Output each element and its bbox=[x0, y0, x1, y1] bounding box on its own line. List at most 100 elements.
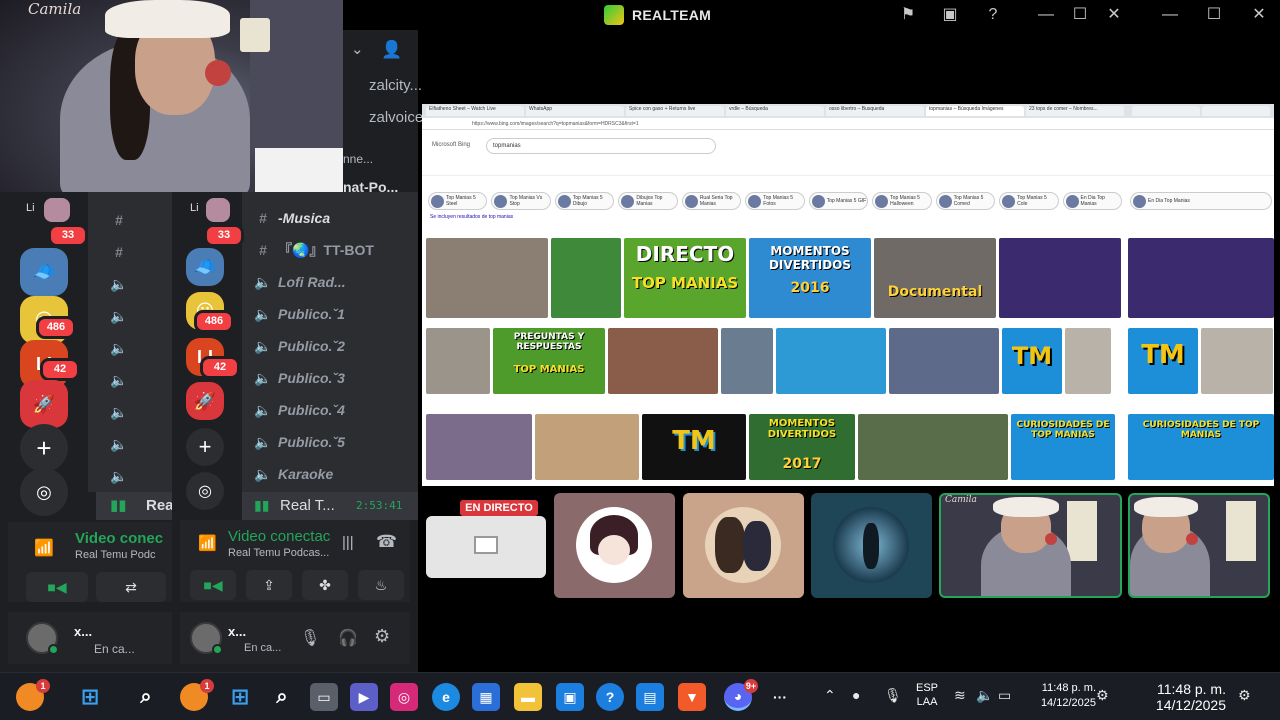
suggestion-text[interactable]: Se incluyen resultados de top manias bbox=[430, 214, 513, 220]
participant-tile-speaking[interactable] bbox=[1128, 493, 1270, 598]
channel-publico-5[interactable]: 🔈 Publico.ˇ5 bbox=[254, 428, 345, 456]
image-result[interactable] bbox=[1128, 238, 1274, 318]
participant-tile-stream[interactable] bbox=[426, 516, 546, 578]
user-panel[interactable]: x... En ca... bbox=[8, 612, 172, 664]
add-server-icon[interactable]: + bbox=[186, 428, 224, 466]
book-icon[interactable]: ▤ bbox=[636, 683, 664, 711]
server-icon[interactable]: 🧢 bbox=[20, 248, 68, 296]
weather-icon[interactable]: 1 bbox=[16, 679, 50, 711]
gear-icon[interactable]: ⚙ bbox=[374, 626, 390, 647]
disconnect-icon[interactable]: ☎ bbox=[376, 532, 397, 552]
channel-tt-bot[interactable]: # 『🌏』TT-BOT bbox=[254, 236, 374, 264]
camera-button[interactable]: ■◀ bbox=[190, 570, 236, 600]
search-icon[interactable]: ⌕ bbox=[132, 683, 160, 711]
explore-icon[interactable]: ◎ bbox=[20, 468, 68, 516]
recording-icon[interactable]: ● bbox=[852, 687, 860, 703]
image-result[interactable] bbox=[1065, 328, 1111, 394]
notification-icon[interactable]: ⚙ bbox=[1238, 687, 1251, 704]
participant-tile[interactable] bbox=[683, 493, 804, 598]
hash-icon[interactable]: # bbox=[110, 206, 128, 234]
language-indicator[interactable]: ESP LAA bbox=[916, 681, 938, 709]
outer-close-icon[interactable]: ✕ bbox=[1248, 4, 1270, 26]
windows-start-icon[interactable]: ⊞ bbox=[226, 683, 254, 711]
explore-icon[interactable]: ◎ bbox=[186, 472, 224, 510]
windows-start-icon[interactable]: ⊞ bbox=[76, 683, 104, 711]
speaker-icon[interactable]: 🔈 bbox=[110, 462, 128, 490]
screen-share-button[interactable]: ⇪ bbox=[246, 570, 292, 600]
volume-icon[interactable]: 🔈 bbox=[976, 687, 993, 704]
flag-icon[interactable]: ⚑ bbox=[897, 4, 919, 26]
image-result[interactable] bbox=[721, 328, 773, 394]
minimize-icon[interactable]: — bbox=[1035, 4, 1057, 26]
speaker-icon[interactable]: 🔈 bbox=[110, 366, 128, 394]
notification-icon[interactable]: ⚙ bbox=[1096, 687, 1109, 704]
weather-icon[interactable]: 1 bbox=[180, 679, 214, 711]
image-result[interactable]: MOMENTOS DIVERTIDOS 2017 bbox=[749, 414, 855, 480]
chevron-up-icon[interactable]: ⌃ bbox=[824, 687, 836, 704]
image-result[interactable] bbox=[426, 238, 548, 318]
display-icon[interactable]: ▣ bbox=[939, 4, 961, 26]
speaker-icon[interactable]: 🔈 bbox=[110, 398, 128, 426]
channel-publico-3[interactable]: 🔈 Publico.ˇ3 bbox=[254, 364, 345, 392]
channel-lofi-radio[interactable]: 🔈 Lofi Rad... bbox=[254, 268, 345, 296]
avatar[interactable] bbox=[26, 622, 59, 655]
screen-share-button[interactable]: ⇄ bbox=[96, 572, 166, 602]
avatar[interactable] bbox=[190, 622, 223, 655]
screen-share-stream[interactable]: Elfiatheno Sheet – Watch Live WhatsApp S… bbox=[422, 104, 1128, 486]
my-pc-icon[interactable]: ▣ bbox=[556, 683, 584, 711]
server-folder-icon[interactable] bbox=[44, 198, 70, 222]
search-icon[interactable]: ⌕ bbox=[268, 683, 296, 711]
help-icon[interactable]: ? bbox=[596, 683, 624, 711]
active-voice-channel[interactable]: ▮▮ Real T... 2:53:41 bbox=[242, 492, 418, 520]
discord-icon[interactable]: ◕ 9+ bbox=[724, 679, 758, 711]
image-result[interactable]: PREGUNTAS Y RESPUESTAS TOP MANIAS bbox=[493, 328, 605, 394]
maximize-icon[interactable]: ☐ bbox=[1069, 4, 1091, 26]
image-result[interactable]: MOMENTOS DIVERTIDOS 2016 bbox=[749, 238, 871, 318]
active-voice-channel[interactable]: ▮▮ Rea bbox=[96, 492, 174, 520]
speaker-icon[interactable]: 🔈 bbox=[110, 334, 128, 362]
speaker-icon[interactable]: 🔈 bbox=[110, 302, 128, 330]
activities-button[interactable]: ✤ bbox=[302, 570, 348, 600]
image-result[interactable] bbox=[608, 328, 718, 394]
image-result[interactable]: TM bbox=[1128, 328, 1198, 394]
speaker-icon[interactable]: 🔈 bbox=[110, 430, 128, 458]
image-result[interactable] bbox=[889, 328, 999, 394]
edge-icon[interactable]: e bbox=[432, 683, 460, 711]
battery-icon[interactable]: ▭ bbox=[998, 687, 1011, 704]
speaker-icon[interactable]: 🔈 bbox=[110, 270, 128, 298]
brave-icon[interactable]: ▼ bbox=[678, 683, 706, 711]
add-server-icon[interactable]: + bbox=[20, 424, 68, 472]
channel-musica[interactable]: # -Musica bbox=[254, 204, 330, 232]
image-result[interactable] bbox=[551, 238, 621, 318]
image-result[interactable]: TM bbox=[642, 414, 746, 480]
microphone-icon[interactable]: 🎙 bbox=[300, 628, 320, 648]
search-input[interactable]: topmanias bbox=[486, 138, 716, 154]
channel-karaoke[interactable]: 🔈 Karaoke bbox=[254, 460, 333, 488]
help-icon[interactable]: ? bbox=[982, 4, 1004, 26]
add-member-icon[interactable]: 👤 bbox=[381, 40, 402, 60]
server-folder-icon[interactable] bbox=[206, 198, 230, 222]
image-result[interactable] bbox=[535, 414, 639, 480]
participant-tile[interactable] bbox=[811, 493, 932, 598]
noise-suppression-icon[interactable]: ||| bbox=[342, 534, 354, 551]
image-result[interactable]: CURIOSIDADES DE TOP MANIAS bbox=[1128, 414, 1274, 480]
rocket-icon[interactable]: 🚀 bbox=[20, 380, 68, 428]
image-result[interactable]: TM bbox=[1002, 328, 1062, 394]
image-result[interactable] bbox=[426, 414, 532, 480]
image-result[interactable] bbox=[999, 238, 1121, 318]
hash-icon[interactable]: # bbox=[110, 238, 128, 266]
image-result[interactable] bbox=[858, 414, 1008, 480]
task-view-icon[interactable]: ▭ bbox=[310, 683, 338, 711]
clock[interactable]: 11:48 p. m. 14/12/2025 bbox=[1140, 681, 1226, 713]
more-apps-icon[interactable]: ··· bbox=[766, 683, 794, 711]
wifi-icon[interactable]: ≋ bbox=[954, 687, 966, 704]
image-result[interactable] bbox=[426, 328, 490, 394]
teams-icon[interactable]: ▶ bbox=[350, 683, 378, 711]
image-result[interactable]: DIRECTO TOP MANIAS bbox=[624, 238, 746, 318]
channel-publico-1[interactable]: 🔈 Publico.ˇ1 bbox=[254, 300, 345, 328]
soundboard-button[interactable]: ♨ bbox=[358, 570, 404, 600]
headphones-icon[interactable]: 🎧 bbox=[338, 628, 358, 648]
outer-maximize-icon[interactable]: ☐ bbox=[1203, 4, 1225, 26]
outer-minimize-icon[interactable]: — bbox=[1159, 4, 1181, 26]
address-bar[interactable]: https://www.bing.com/images/search?q=top… bbox=[422, 118, 1128, 130]
